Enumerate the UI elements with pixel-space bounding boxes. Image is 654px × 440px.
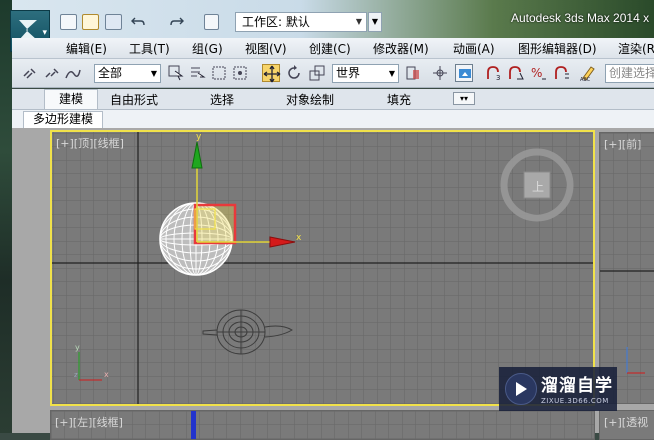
viewcube-top-face-label: 上	[532, 180, 544, 194]
chevron-down-icon: ▾	[42, 28, 47, 38]
watermark: 溜溜自学 ZIXUE.3D66.COM	[499, 367, 617, 411]
quick-access-menu-button[interactable]: ▼	[368, 12, 382, 32]
workspace-label: 工作区: 默认	[242, 15, 310, 29]
redo-icon[interactable]	[168, 14, 185, 30]
reference-coordinate-value: 世界	[336, 66, 361, 80]
menu-rendering[interactable]: 渲染(R	[618, 40, 654, 57]
pivot-center-icon[interactable]	[404, 64, 422, 82]
polygon-modeling-tab[interactable]: 多边形建模	[23, 111, 103, 128]
viewport-front[interactable]: [+][前]	[599, 132, 654, 404]
watermark-url: ZIXUE.3D66.COM	[541, 397, 609, 405]
viewport-left[interactable]: [+][左][线框]	[50, 410, 595, 440]
menu-views[interactable]: 视图(V)	[245, 40, 287, 57]
scale-icon[interactable]	[308, 64, 326, 82]
select-manipulate-icon[interactable]	[431, 64, 449, 82]
title-bar: 工作区: 默认 ▼ ▼ Autodesk 3ds Max 2014 x	[12, 0, 654, 38]
selection-filter-dropdown[interactable]: 全部 ▼	[94, 64, 161, 83]
svg-text:3: 3	[496, 74, 500, 82]
workspace-dropdown[interactable]: 工作区: 默认 ▼	[235, 12, 367, 32]
left-viewport-canvas	[51, 411, 594, 439]
chevron-down-icon: ▼	[355, 17, 362, 26]
menu-bar: 编辑(E) 工具(T) 组(G) 视图(V) 创建(C) 修改器(M) 动画(A…	[12, 38, 654, 59]
select-by-name-icon[interactable]	[188, 64, 206, 82]
undo-icon[interactable]	[130, 14, 147, 30]
desktop-background-strip	[0, 0, 12, 433]
tab-populate[interactable]: 填充	[387, 91, 411, 108]
viewport-top[interactable]: y x 上 y x z [+][顶][线框]	[50, 130, 595, 406]
menu-tools[interactable]: 工具(T)	[129, 40, 170, 57]
link-icon[interactable]	[21, 64, 39, 82]
menu-modifiers[interactable]: 修改器(M)	[373, 40, 429, 57]
edit-named-selection-icon[interactable]: ABC	[579, 64, 597, 82]
menu-group[interactable]: 组(G)	[192, 40, 223, 57]
top-viewport-canvas: y x 上 y x z	[52, 132, 593, 404]
watermark-logo-icon	[505, 373, 537, 405]
menu-graph-editors[interactable]: 图形编辑器(D)	[518, 40, 597, 57]
unlink-icon[interactable]	[43, 64, 61, 82]
named-selection-set-input[interactable]: 创建选择	[605, 64, 654, 83]
angle-snap-icon[interactable]	[507, 64, 525, 82]
chevron-down-icon: ▼	[150, 69, 157, 78]
tab-selection[interactable]: 选择	[210, 91, 234, 108]
viewport-label-left[interactable]: [+][左][线框]	[55, 414, 123, 430]
viewport-perspective[interactable]: [+][透视	[599, 410, 654, 440]
rectangular-selection-icon[interactable]	[210, 64, 228, 82]
new-file-icon[interactable]	[60, 14, 77, 30]
bind-space-warp-icon[interactable]	[64, 64, 82, 82]
svg-text:x: x	[104, 370, 109, 379]
viewport-label-top[interactable]: [+][顶][线框]	[56, 135, 124, 151]
ribbon-minimize-toggle[interactable]: ▾▾	[453, 92, 475, 105]
menu-animation[interactable]: 动画(A)	[453, 40, 495, 57]
tab-modeling[interactable]: 建模	[44, 89, 98, 109]
menu-edit[interactable]: 编辑(E)	[66, 40, 107, 57]
svg-text:y: y	[75, 343, 80, 352]
spinner-snap-icon[interactable]	[553, 64, 571, 82]
watermark-brand: 溜溜自学	[541, 376, 613, 396]
svg-text:z: z	[74, 371, 78, 379]
front-viewport-canvas	[600, 133, 654, 403]
move-icon[interactable]	[262, 64, 281, 83]
main-toolbar: 全部 ▼ 世界 ▼ 3 % ABC 创建选择	[12, 59, 654, 88]
save-file-icon[interactable]	[105, 14, 122, 30]
snaps-toggle-icon[interactable]: 3	[485, 64, 503, 82]
svg-text:%: %	[531, 66, 542, 80]
keyboard-shortcut-override-icon[interactable]	[455, 64, 473, 82]
gizmo-x-label: x	[296, 233, 302, 243]
viewport-label-front[interactable]: [+][前]	[604, 136, 641, 152]
window-title: Autodesk 3ds Max 2014 x	[511, 11, 650, 25]
menu-create[interactable]: 创建(C)	[309, 40, 351, 57]
reference-coordinate-dropdown[interactable]: 世界 ▼	[332, 64, 399, 83]
ribbon-tab-strip: 建模 自由形式 选择 对象绘制 填充 ▾▾	[12, 89, 654, 109]
tab-object-paint[interactable]: 对象绘制	[286, 91, 334, 108]
chevron-down-icon: ▼	[388, 69, 395, 78]
selection-filter-value: 全部	[98, 66, 123, 80]
ribbon-panel: 多边形建模	[12, 109, 654, 129]
hold-icon[interactable]	[204, 14, 221, 30]
svg-text:ABC: ABC	[580, 77, 591, 82]
tab-freeform[interactable]: 自由形式	[110, 91, 158, 108]
gizmo-y-label: y	[196, 132, 202, 142]
rotate-icon[interactable]	[285, 64, 303, 82]
open-file-icon[interactable]	[82, 14, 99, 30]
viewport-label-perspective[interactable]: [+][透视	[604, 414, 648, 430]
percent-snap-icon[interactable]: %	[530, 64, 548, 82]
window-crossing-icon[interactable]	[231, 64, 249, 82]
select-object-icon[interactable]	[167, 64, 185, 82]
